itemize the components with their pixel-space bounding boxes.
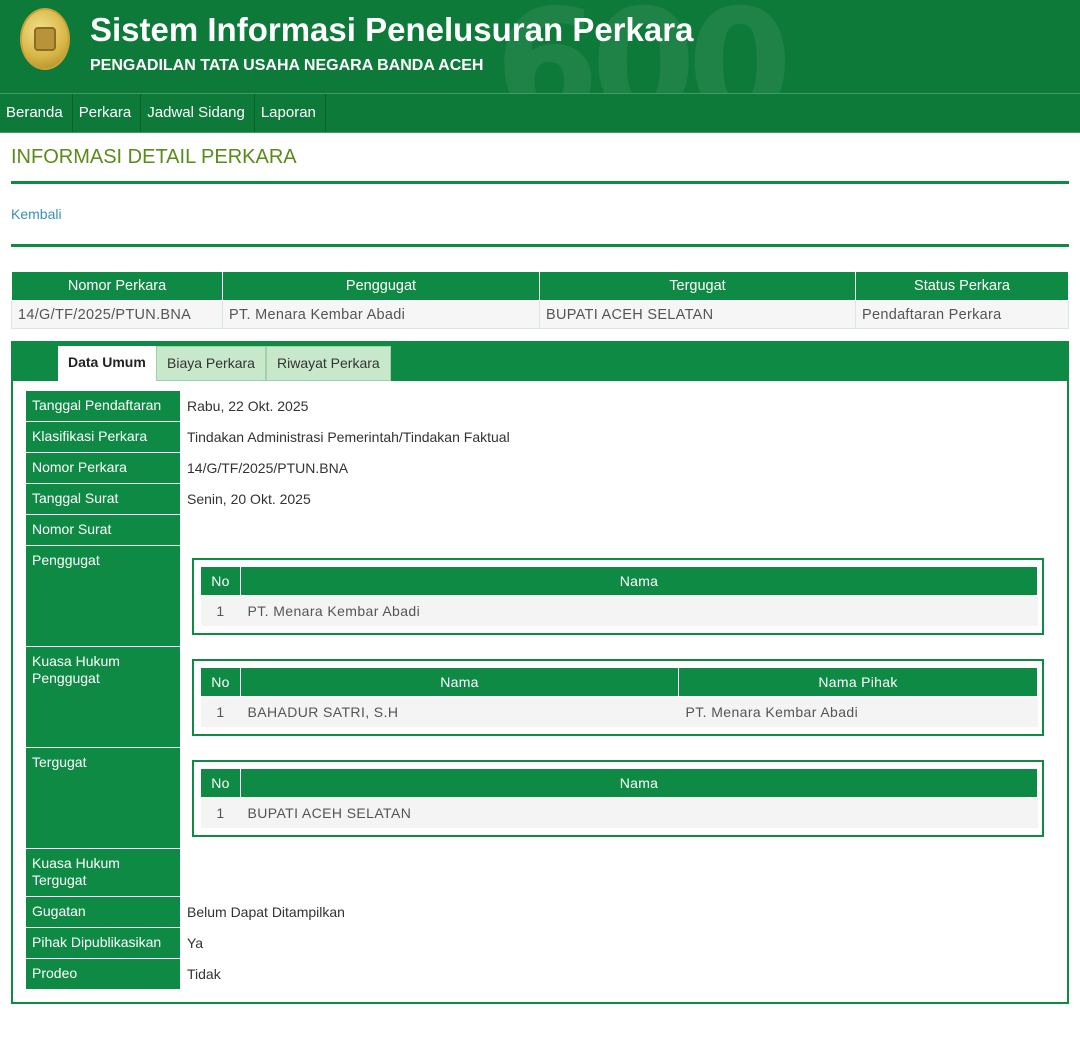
col-no: No xyxy=(200,566,241,596)
penggugat-table: No Nama 1 PT. Menara Kembar Abadi xyxy=(200,566,1038,626)
col-no: No xyxy=(200,667,241,697)
back-link[interactable]: Kembali xyxy=(11,206,62,222)
cell-nama: BAHADUR SATRI, S.H xyxy=(240,696,679,727)
tergugat-table-box: No Nama 1 BUPATI ACEH SELATAN xyxy=(192,760,1044,837)
col-nama: Nama xyxy=(240,667,679,697)
value-pihak-dipublikasikan: Ya xyxy=(187,935,204,951)
case-summary-table: Nomor Perkara Penggugat Tergugat Status … xyxy=(11,271,1069,329)
cell-no: 1 xyxy=(200,595,241,626)
app-subtitle: PENGADILAN TATA USAHA NEGARA BANDA ACEH xyxy=(90,57,484,74)
penggugat-table-box: No Nama 1 PT. Menara Kembar Abadi xyxy=(192,558,1044,635)
nav-jadwal-sidang[interactable]: Jadwal Sidang xyxy=(141,94,255,132)
label-nomor-perkara: Nomor Perkara xyxy=(26,453,180,483)
col-no: No xyxy=(200,768,241,798)
detail-panel: Data Umum Biaya Perkara Riwayat Perkara … xyxy=(11,341,1069,1004)
label-klasifikasi: Klasifikasi Perkara xyxy=(26,422,180,452)
cell-no: 1 xyxy=(200,797,241,828)
summary-status: Pendaftaran Perkara xyxy=(855,300,1069,329)
summary-header-nomor: Nomor Perkara xyxy=(11,271,223,301)
value-tanggal-surat: Senin, 20 Okt. 2025 xyxy=(187,491,311,507)
tab-bar: Data Umum Biaya Perkara Riwayat Perkara xyxy=(13,343,1067,381)
label-prodeo: Prodeo xyxy=(26,959,180,989)
cell-nama: BUPATI ACEH SELATAN xyxy=(240,797,1038,828)
label-nomor-surat: Nomor Surat xyxy=(26,515,180,545)
value-nomor-perkara: 14/G/TF/2025/PTUN.BNA xyxy=(187,460,349,476)
cell-nama-pihak: PT. Menara Kembar Abadi xyxy=(678,696,1038,727)
cell-no: 1 xyxy=(200,696,241,727)
label-tanggal-pendaftaran: Tanggal Pendaftaran xyxy=(26,391,180,421)
divider xyxy=(11,181,1069,184)
value-gugatan: Belum Dapat Ditampilkan xyxy=(187,904,345,920)
nav-laporan[interactable]: Laporan xyxy=(255,94,326,132)
col-nama: Nama xyxy=(240,566,1038,596)
summary-header-tergugat: Tergugat xyxy=(539,271,856,301)
tergugat-table: No Nama 1 BUPATI ACEH SELATAN xyxy=(200,768,1038,828)
kuasa-penggugat-table-box: No Nama Nama Pihak 1 BAHADUR SATRI, S.H … xyxy=(192,659,1044,736)
col-nama: Nama xyxy=(240,768,1038,798)
value-tanggal-pendaftaran: Rabu, 22 Okt. 2025 xyxy=(187,398,309,414)
table-row[interactable]: 1 BUPATI ACEH SELATAN xyxy=(200,797,1038,828)
divider xyxy=(11,244,1069,247)
app-header: 600 Sistem Informasi Penelusuran Perkara… xyxy=(0,0,1080,93)
table-row[interactable]: 1 PT. Menara Kembar Abadi xyxy=(200,595,1038,626)
table-row[interactable]: 14/G/TF/2025/PTUN.BNA PT. Menara Kembar … xyxy=(11,300,1069,329)
cell-nama: PT. Menara Kembar Abadi xyxy=(240,595,1038,626)
summary-nomor: 14/G/TF/2025/PTUN.BNA xyxy=(11,300,223,329)
label-penggugat: Penggugat xyxy=(26,546,180,646)
court-logo-icon xyxy=(20,8,70,70)
summary-header-penggugat: Penggugat xyxy=(222,271,540,301)
summary-penggugat: PT. Menara Kembar Abadi xyxy=(222,300,540,329)
page-title: INFORMASI DETAIL PERKARA xyxy=(11,146,297,168)
label-kuasa-penggugat: Kuasa Hukum Penggugat xyxy=(26,647,180,747)
table-row[interactable]: 1 BAHADUR SATRI, S.H PT. Menara Kembar A… xyxy=(200,696,1038,727)
label-tanggal-surat: Tanggal Surat xyxy=(26,484,180,514)
col-nama-pihak: Nama Pihak xyxy=(678,667,1038,697)
label-tergugat: Tergugat xyxy=(26,748,180,848)
value-prodeo: Tidak xyxy=(187,966,221,982)
kuasa-penggugat-table: No Nama Nama Pihak 1 BAHADUR SATRI, S.H … xyxy=(200,667,1038,727)
app-title: Sistem Informasi Penelusuran Perkara xyxy=(90,11,694,48)
nav-beranda[interactable]: Beranda xyxy=(0,94,73,132)
tab-riwayat-perkara[interactable]: Riwayat Perkara xyxy=(266,346,391,381)
label-kuasa-tergugat: Kuasa Hukum Tergugat xyxy=(26,849,180,896)
label-gugatan: Gugatan xyxy=(26,897,180,927)
summary-header-status: Status Perkara xyxy=(855,271,1069,301)
nav-perkara[interactable]: Perkara xyxy=(73,94,142,132)
summary-tergugat: BUPATI ACEH SELATAN xyxy=(539,300,856,329)
value-klasifikasi: Tindakan Administrasi Pemerintah/Tindaka… xyxy=(187,429,510,445)
label-pihak-dipublikasikan: Pihak Dipublikasikan xyxy=(26,928,180,958)
main-nav: Beranda Perkara Jadwal Sidang Laporan xyxy=(0,93,1080,133)
tab-biaya-perkara[interactable]: Biaya Perkara xyxy=(156,346,266,381)
tab-data-umum[interactable]: Data Umum xyxy=(58,346,156,381)
